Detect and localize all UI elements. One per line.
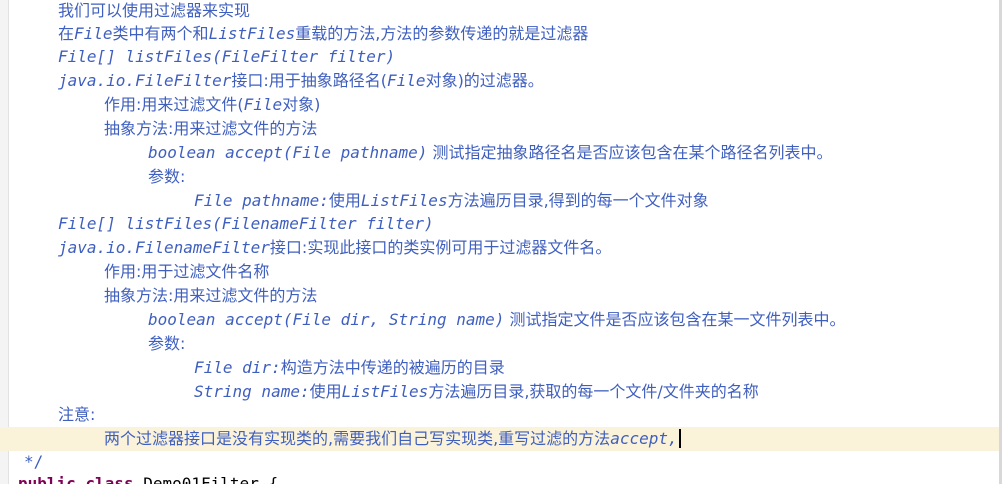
comment-end-line: */ (24, 452, 44, 471)
comment-line: 作用:用于过滤文件名称 (104, 262, 270, 281)
comment-line: 注意: (58, 405, 96, 424)
comment-line: 抽象方法:用来过滤文件的方法 (104, 119, 318, 138)
text-caret (678, 429, 681, 448)
code-editor[interactable]: 我们可以使用过滤器来实现 在File类中有两个和ListFiles重载的方法,方… (0, 0, 1002, 484)
comment-line: File dir:构造方法中传递的被遍历的目录 (194, 358, 505, 377)
code-line: public class Demo01Filter { (18, 474, 279, 484)
comment-line: File[] listFiles(FileFilter filter) (58, 47, 396, 66)
comment-line: File[] listFiles(FilenameFilter filter) (58, 214, 434, 233)
comment-line: java.io.FilenameFilter接口:实现此接口的类实例可用于过滤器… (58, 238, 612, 257)
comment-line: File pathname:使用ListFiles方法遍历目录,得到的每一个文件… (194, 191, 709, 210)
comment-line: 参数: (148, 167, 186, 186)
comment-line: 作用:用来过滤文件(File对象) (104, 95, 321, 114)
comment-line: 抽象方法:用来过滤文件的方法 (104, 286, 318, 305)
comment-line: 我们可以使用过滤器来实现 (58, 1, 251, 20)
comment-line: 在File类中有两个和ListFiles重载的方法,方法的参数传递的就是过滤器 (58, 24, 589, 43)
comment-line: 参数: (148, 334, 186, 353)
comment-line: java.io.FileFilter接口:用于抽象路径名(File对象)的过滤器… (58, 71, 544, 90)
comment-line: boolean accept(File dir, String name) 测试… (148, 310, 846, 329)
comment-line: boolean accept(File pathname) 测试指定抽象路径名是… (148, 143, 833, 162)
current-line[interactable]: 两个过滤器接口是没有实现类的,需要我们自己写实现类,重写过滤的方法accept, (0, 427, 999, 451)
comment-line: String name:使用ListFiles方法遍历目录,获取的每一个文件/文… (194, 382, 759, 401)
